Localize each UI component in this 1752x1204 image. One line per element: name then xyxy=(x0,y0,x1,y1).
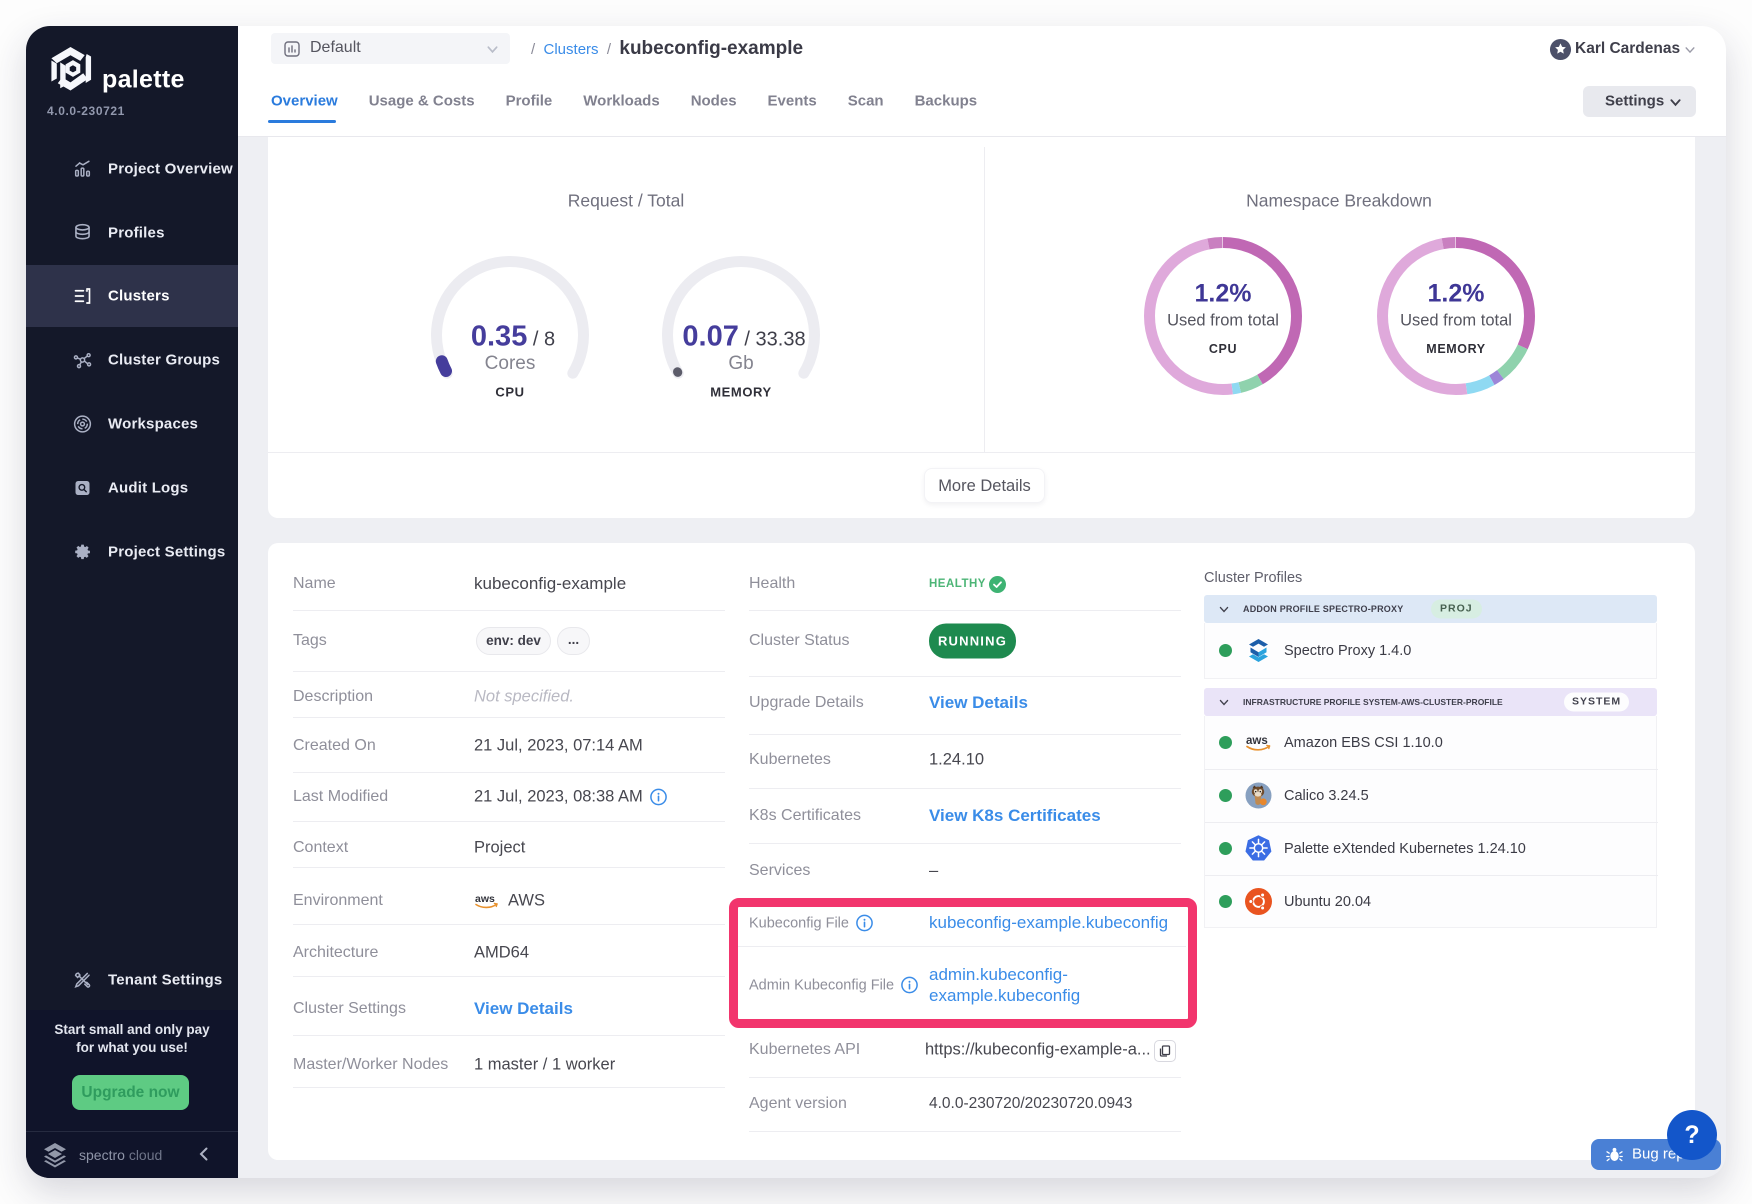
svg-text:aws: aws xyxy=(1246,735,1268,747)
svg-text:aws: aws xyxy=(475,893,495,905)
